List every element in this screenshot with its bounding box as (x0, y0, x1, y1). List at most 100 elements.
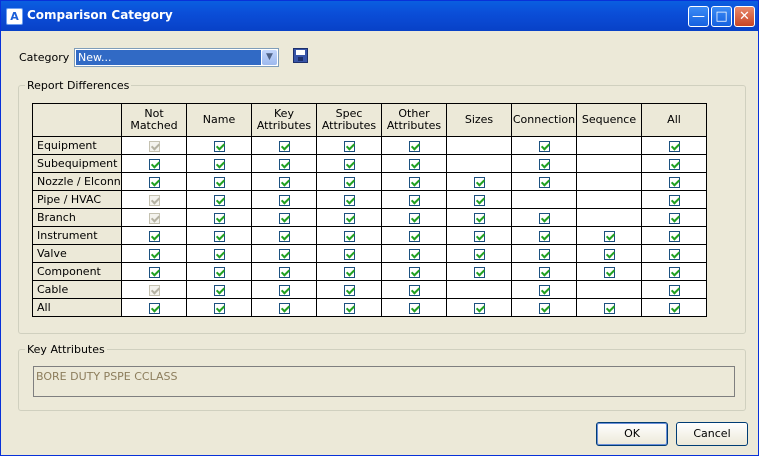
grid-cell[interactable] (446, 190, 512, 209)
grid-cell[interactable] (381, 244, 447, 263)
grid-cell[interactable] (121, 226, 187, 245)
checkbox[interactable] (408, 140, 420, 152)
checkbox[interactable] (213, 248, 225, 260)
checkbox[interactable] (213, 230, 225, 242)
column-header[interactable]: Name (186, 103, 252, 137)
cancel-button[interactable]: Cancel (676, 422, 748, 446)
checkbox[interactable] (213, 176, 225, 188)
checkbox[interactable] (603, 248, 615, 260)
checkbox[interactable] (538, 230, 550, 242)
checkbox[interactable] (148, 266, 160, 278)
checkbox[interactable] (473, 248, 485, 260)
checkbox[interactable] (408, 194, 420, 206)
grid-cell[interactable] (251, 280, 317, 299)
checkbox[interactable] (278, 176, 290, 188)
grid-cell[interactable] (381, 262, 447, 281)
checkbox[interactable] (213, 284, 225, 296)
grid-cell[interactable] (381, 226, 447, 245)
checkbox[interactable] (603, 302, 615, 314)
grid-cell[interactable] (121, 262, 187, 281)
column-header[interactable]: Other Attributes (381, 103, 447, 137)
checkbox[interactable] (213, 212, 225, 224)
grid-cell[interactable] (186, 154, 252, 173)
checkbox[interactable] (278, 230, 290, 242)
grid-cell[interactable] (511, 244, 577, 263)
grid-cell[interactable] (576, 244, 642, 263)
checkbox[interactable] (278, 302, 290, 314)
grid-cell[interactable] (186, 136, 252, 155)
minimize-button[interactable]: — (688, 6, 709, 27)
grid-cell[interactable] (641, 244, 707, 263)
checkbox[interactable] (538, 158, 550, 170)
checkbox[interactable] (343, 302, 355, 314)
grid-cell[interactable] (446, 172, 512, 191)
grid-cell[interactable] (316, 226, 382, 245)
checkbox[interactable] (538, 176, 550, 188)
checkbox[interactable] (408, 302, 420, 314)
grid-cell[interactable] (446, 208, 512, 227)
grid-cell[interactable] (186, 226, 252, 245)
grid-cell[interactable] (121, 298, 187, 317)
checkbox[interactable] (408, 284, 420, 296)
checkbox[interactable] (473, 266, 485, 278)
grid-cell[interactable] (121, 190, 187, 209)
checkbox[interactable] (278, 140, 290, 152)
grid-cell[interactable] (381, 208, 447, 227)
checkbox[interactable] (148, 230, 160, 242)
grid-cell[interactable] (121, 280, 187, 299)
grid-cell[interactable] (381, 190, 447, 209)
grid-cell[interactable] (641, 298, 707, 317)
checkbox[interactable] (473, 302, 485, 314)
grid-cell[interactable] (251, 208, 317, 227)
checkbox[interactable] (213, 194, 225, 206)
grid-cell[interactable] (186, 208, 252, 227)
checkbox[interactable] (668, 248, 680, 260)
grid-cell[interactable] (511, 262, 577, 281)
grid-cell[interactable] (641, 190, 707, 209)
grid-cell[interactable] (511, 298, 577, 317)
grid-cell[interactable] (511, 154, 577, 173)
grid-cell[interactable] (251, 154, 317, 173)
grid-cell[interactable] (381, 280, 447, 299)
grid-cell[interactable] (186, 190, 252, 209)
checkbox[interactable] (668, 194, 680, 206)
grid-cell[interactable] (121, 136, 187, 155)
grid-cell[interactable] (381, 136, 447, 155)
checkbox[interactable] (343, 266, 355, 278)
checkbox[interactable] (473, 212, 485, 224)
checkbox[interactable] (148, 158, 160, 170)
grid-cell[interactable] (251, 226, 317, 245)
checkbox[interactable] (343, 230, 355, 242)
checkbox[interactable] (408, 176, 420, 188)
grid-cell[interactable] (511, 172, 577, 191)
checkbox[interactable] (408, 248, 420, 260)
checkbox[interactable] (538, 248, 550, 260)
checkbox[interactable] (278, 248, 290, 260)
grid-cell[interactable] (186, 280, 252, 299)
save-icon[interactable] (293, 48, 308, 63)
checkbox[interactable] (473, 194, 485, 206)
grid-cell[interactable] (316, 262, 382, 281)
checkbox[interactable] (148, 176, 160, 188)
checkbox[interactable] (473, 230, 485, 242)
checkbox[interactable] (408, 212, 420, 224)
column-header[interactable]: Connection (511, 103, 577, 137)
checkbox[interactable] (343, 284, 355, 296)
grid-cell[interactable] (641, 280, 707, 299)
checkbox[interactable] (668, 266, 680, 278)
checkbox[interactable] (408, 158, 420, 170)
checkbox[interactable] (343, 158, 355, 170)
checkbox[interactable] (213, 140, 225, 152)
grid-cell[interactable] (446, 262, 512, 281)
grid-cell[interactable] (251, 190, 317, 209)
grid-cell[interactable] (446, 226, 512, 245)
grid-cell[interactable] (446, 244, 512, 263)
checkbox[interactable] (538, 284, 550, 296)
grid-cell[interactable] (251, 136, 317, 155)
checkbox[interactable] (148, 248, 160, 260)
grid-cell[interactable] (186, 298, 252, 317)
grid-cell[interactable] (186, 172, 252, 191)
checkbox[interactable] (668, 158, 680, 170)
grid-cell[interactable] (641, 154, 707, 173)
grid-cell[interactable] (121, 172, 187, 191)
